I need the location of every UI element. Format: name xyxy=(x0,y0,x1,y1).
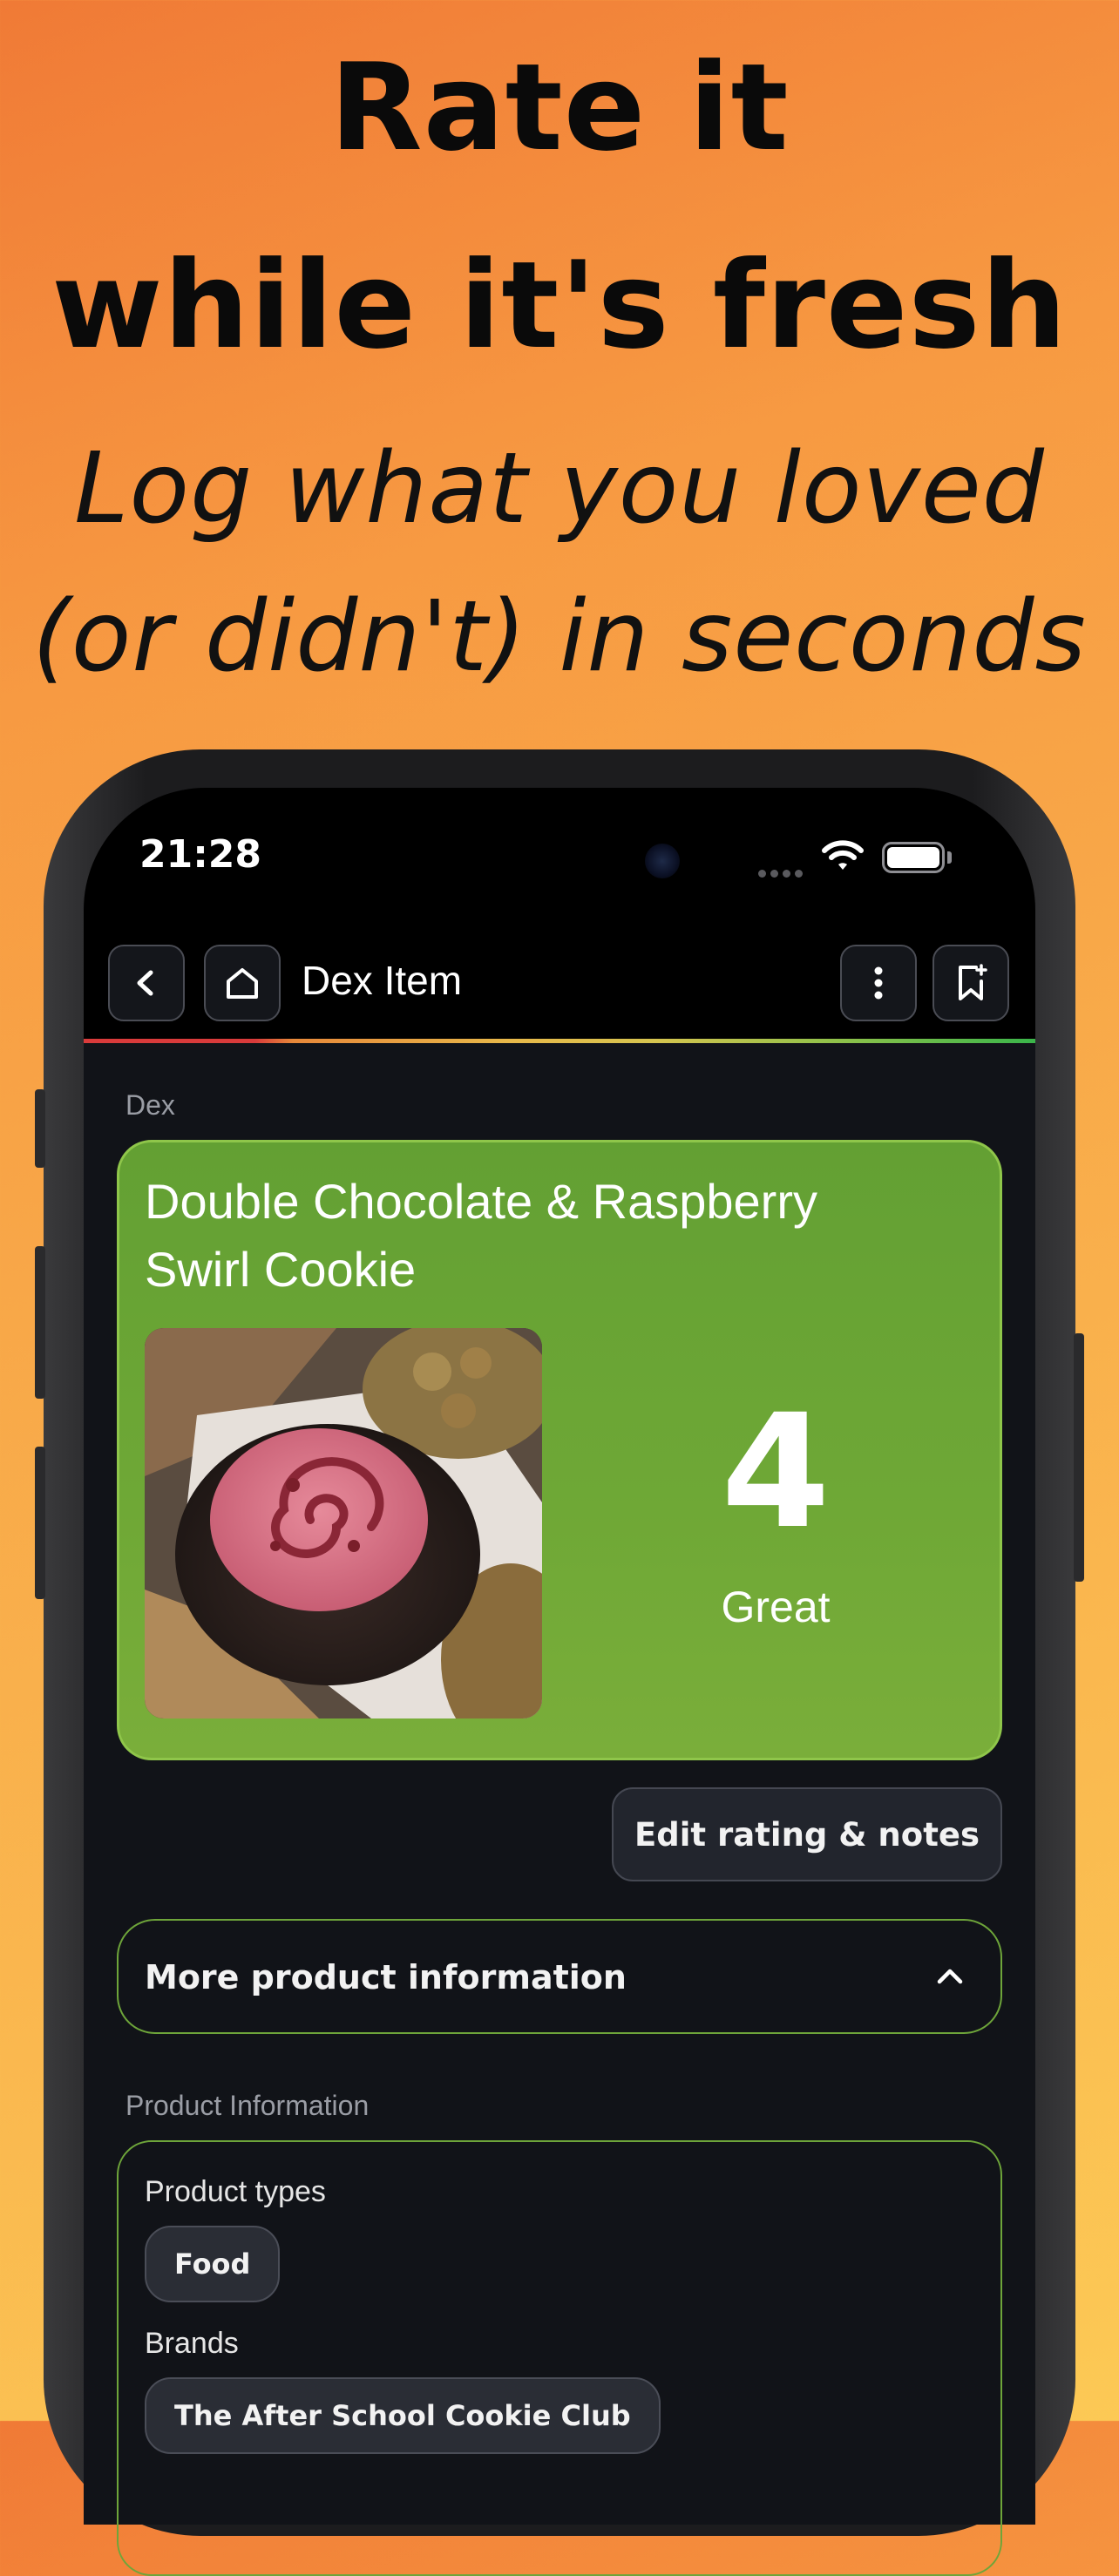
subline-line-2: (or didn't) in seconds xyxy=(32,580,1087,694)
cellular-signal-icon xyxy=(758,864,807,881)
brands-label: Brands xyxy=(145,2327,239,2360)
home-button[interactable] xyxy=(204,945,281,1021)
page-title: Dex Item xyxy=(302,958,463,1003)
home-icon xyxy=(227,968,258,999)
phone-volume-up-button xyxy=(35,1246,45,1399)
item-title: Double Chocolate & Raspberry Swirl Cooki… xyxy=(145,1174,817,1297)
battery-nub xyxy=(947,851,952,864)
rating-label: Great xyxy=(721,1583,831,1631)
bookmark-add-icon xyxy=(959,964,987,1000)
battery-icon xyxy=(882,842,945,873)
front-camera xyxy=(645,844,680,878)
phone-power-button xyxy=(1074,1333,1084,1582)
product-type-chip[interactable]: Food xyxy=(145,2226,281,2302)
dex-section-label: Dex xyxy=(125,1089,175,1121)
status-time: 21:28 xyxy=(139,832,262,877)
chevron-left-icon xyxy=(137,970,153,996)
headline-line-2: while it's fresh xyxy=(51,235,1068,376)
wifi-icon xyxy=(821,838,865,877)
phone-volume-down-button xyxy=(35,1447,45,1599)
bookmark-add-button[interactable] xyxy=(932,945,1009,1021)
edit-rating-button[interactable]: Edit rating & notes xyxy=(612,1787,1002,1881)
vertical-ellipsis-icon xyxy=(874,966,883,1000)
product-types-label: Product types xyxy=(145,2175,326,2208)
phone-action-button xyxy=(35,1089,45,1168)
product-info-section-label: Product Information xyxy=(125,2090,370,2121)
more-info-label: More product information xyxy=(145,1958,627,1996)
back-button[interactable] xyxy=(108,945,185,1021)
more-options-button[interactable] xyxy=(840,945,917,1021)
headline-line-1: Rate it xyxy=(329,37,790,178)
subline-line-1: Log what you loved xyxy=(74,432,1045,546)
brand-chip[interactable]: The After School Cookie Club xyxy=(145,2377,661,2454)
item-photo[interactable] xyxy=(145,1328,542,1718)
chevron-up-icon xyxy=(932,1963,967,1992)
rating-score: 4 xyxy=(721,1381,831,1563)
